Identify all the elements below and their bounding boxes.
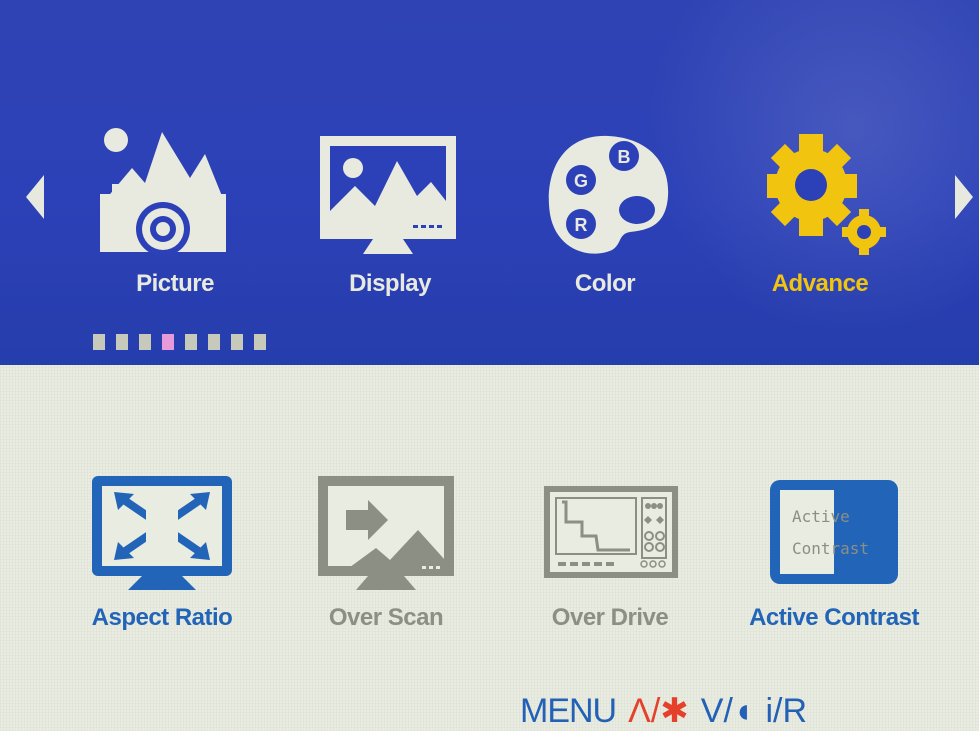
color-palette-icon: B G R — [548, 135, 669, 254]
picture-icon — [100, 128, 226, 256]
page-dot — [116, 334, 128, 350]
menu-item-aspect-ratio[interactable]: Aspect Ratio — [62, 470, 262, 640]
menu-button-hint[interactable]: MENU — [520, 692, 617, 731]
menu-item-label: Over Scan — [328, 604, 444, 631]
tab-label: Advance — [771, 270, 869, 297]
menu-item-active-contrast[interactable]: Active Contrast Active Contrast — [734, 470, 934, 640]
page-dot — [93, 334, 105, 350]
page-dot — [139, 334, 151, 350]
page-dot — [208, 334, 220, 350]
active-contrast-icon: Active Contrast — [770, 480, 898, 584]
monitor-osd-menu: Picture Display B G R Color Advance Aspe… — [0, 0, 979, 731]
active-contrast-icon-text-line2: Contrast — [792, 539, 869, 558]
page-dot-active — [162, 334, 174, 350]
previous-tab-arrow-icon[interactable] — [26, 175, 44, 219]
page-dot — [231, 334, 243, 350]
tab-display[interactable]: Display — [305, 126, 475, 316]
page-dot — [254, 334, 266, 350]
tab-picture[interactable]: Picture — [90, 126, 260, 316]
page-dot — [185, 334, 197, 350]
display-icon — [320, 136, 456, 254]
palette-letter-b: B — [618, 147, 631, 167]
tab-color[interactable]: B G R Color — [520, 126, 690, 316]
active-contrast-icon-text-line1: Active — [792, 507, 850, 526]
menu-item-label: Active Contrast — [749, 604, 919, 631]
info-button-hint[interactable]: i/R — [765, 692, 807, 731]
up-button-hint[interactable]: Λ/✱ — [628, 691, 689, 731]
tab-label: Color — [574, 270, 636, 297]
next-tab-arrow-icon[interactable] — [955, 175, 973, 219]
menu-item-label: Over Drive — [551, 604, 669, 631]
footer-button-hints: MENU Λ/✱ V/◖ i/R — [520, 691, 807, 731]
over-drive-icon — [544, 486, 678, 578]
aspect-ratio-icon — [92, 476, 232, 590]
menu-item-over-scan[interactable]: Over Scan — [286, 470, 486, 640]
down-button-hint[interactable]: V/◖ — [701, 692, 754, 731]
palette-letter-r: R — [575, 215, 588, 235]
over-scan-icon — [318, 476, 454, 590]
menu-item-label: Aspect Ratio — [91, 604, 233, 631]
tab-label: Display — [349, 270, 431, 297]
tab-label: Picture — [136, 270, 214, 297]
menu-item-over-drive[interactable]: Over Drive — [510, 470, 710, 640]
gear-icon — [767, 134, 886, 255]
tab-advance[interactable]: Advance — [735, 126, 905, 316]
palette-letter-g: G — [574, 171, 588, 191]
